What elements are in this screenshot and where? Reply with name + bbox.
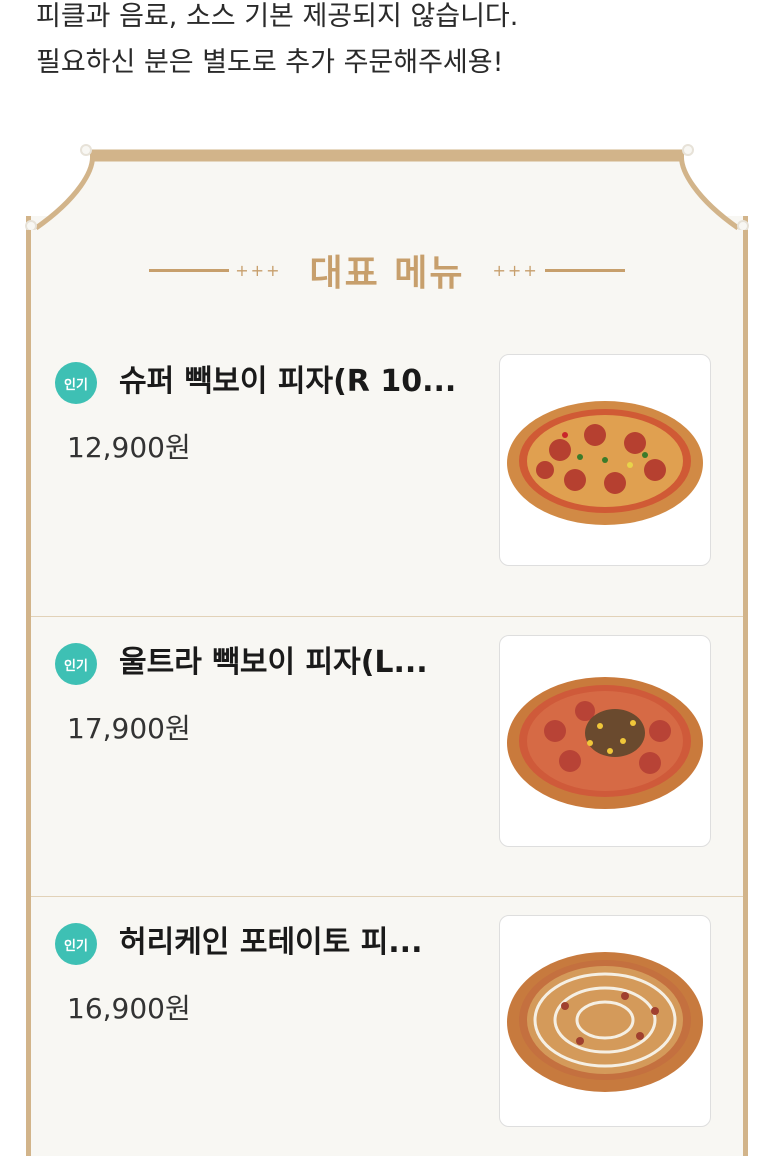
menu-item-price: 12,900원 xyxy=(67,431,191,464)
menu-item[interactable]: 인기 슈퍼 빽보이 피자(R 10... 12,900원 xyxy=(31,336,743,616)
ornament-right: +++ xyxy=(487,261,625,280)
ultra-pizza-image xyxy=(507,677,703,809)
menu-item[interactable]: 인기 울트라 빽보이 피자(L... 17,900원 xyxy=(31,616,743,896)
ornament-left: +++ xyxy=(149,261,287,280)
popular-badge: 인기 xyxy=(55,923,97,965)
ornament-left-dots: +++ xyxy=(235,260,282,280)
menu-item-name[interactable]: 허리케인 포테이토 피... xyxy=(119,917,469,961)
menu-item-name[interactable]: 슈퍼 빽보이 피자(R 10... xyxy=(119,356,469,400)
popular-badge: 인기 xyxy=(55,362,97,404)
section-title: 대표 메뉴 xyxy=(309,253,465,294)
notice-text: 피클과 음료, 소스 기본 제공되지 않습니다. 필요하신 분은 별도로 추가 … xyxy=(36,0,756,86)
popular-badge: 인기 xyxy=(55,643,97,685)
potato-pizza-image xyxy=(507,952,703,1092)
menu-item-price: 16,900원 xyxy=(67,992,191,1025)
notice-line-2: 필요하신 분은 별도로 추가 주문해주세용! xyxy=(36,47,504,78)
ornament-right-dots: +++ xyxy=(492,260,539,280)
section-header: +++ 대표 메뉴 +++ xyxy=(26,240,748,300)
menu-item-thumbnail[interactable] xyxy=(499,635,711,847)
menu-item[interactable]: 인기 허리케인 포테이토 피... 16,900원 xyxy=(31,896,743,1176)
menu-item-price: 17,900원 xyxy=(67,712,191,745)
menu-item-thumbnail[interactable] xyxy=(499,915,711,1127)
representative-menu-board: +++ 대표 메뉴 +++ 인기 슈퍼 빽보이 피자(R 10... 12,90… xyxy=(25,140,749,1156)
menu-item-thumbnail[interactable] xyxy=(499,354,711,566)
notice-line-1: 피클과 음료, 소스 기본 제공되지 않습니다. xyxy=(36,1,519,32)
menu-list: 인기 슈퍼 빽보이 피자(R 10... 12,900원 인기 울트라 빽보이 … xyxy=(31,336,743,1176)
menu-item-name[interactable]: 울트라 빽보이 피자(L... xyxy=(119,637,469,681)
super-pizza-image xyxy=(507,401,703,525)
board-top-frame xyxy=(25,144,749,230)
